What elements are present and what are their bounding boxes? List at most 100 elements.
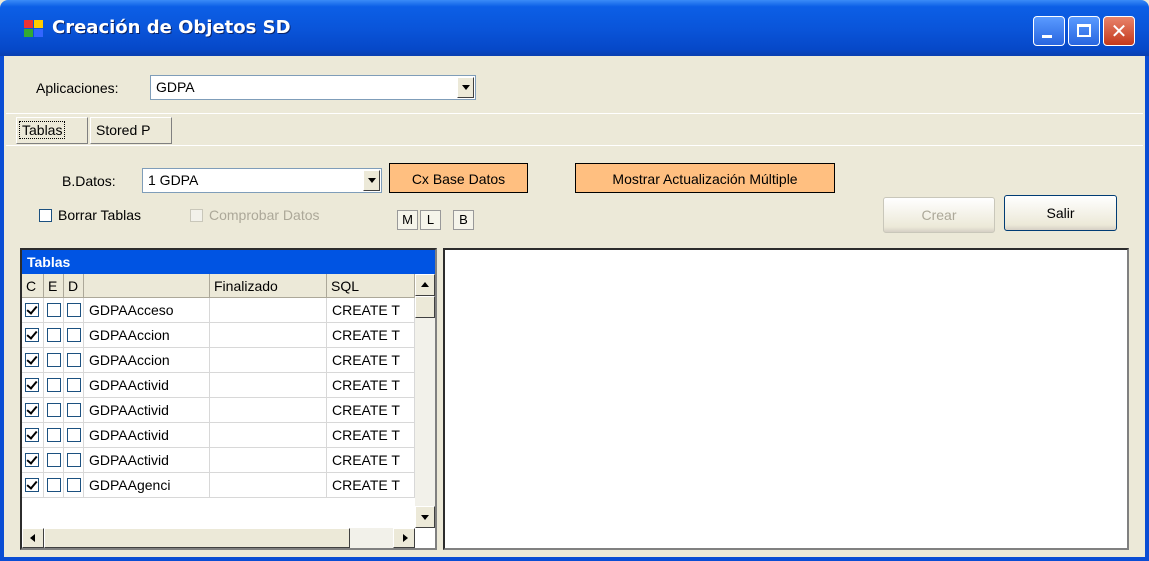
tablas-grid[interactable]: Tablas C E D Finalizado SQL GDPAAcceso CR… [20,248,437,550]
aplicaciones-combo[interactable]: GDPA [150,75,476,100]
bdatos-combo[interactable]: 1 GDPA [142,168,382,193]
checkbox-icon[interactable] [67,428,81,442]
grid-cell-name[interactable]: GDPAActivid [84,398,210,423]
checkbox-icon[interactable] [67,478,81,492]
checkbox-icon[interactable] [25,428,39,442]
horizontal-scrollbar[interactable] [22,528,415,548]
checkbox-icon[interactable] [47,328,61,342]
chevron-down-icon[interactable] [363,170,380,191]
grid-cell-sql[interactable]: CREATE T [327,298,415,323]
grid-cell-d [64,423,84,448]
checkbox-icon[interactable] [47,378,61,392]
grid-cell-finalizado[interactable] [210,373,327,398]
grid-cell-text: GDPAAcceso [89,302,174,318]
grid-cell-name[interactable]: GDPAAccion [84,348,210,373]
table-row[interactable]: GDPAAcceso CREATE T [22,298,415,323]
column-header-d[interactable]: D [64,274,84,298]
table-row[interactable]: GDPAAccion CREATE T [22,348,415,373]
table-row[interactable]: GDPAActivid CREATE T [22,373,415,398]
checkbox-icon[interactable] [47,428,61,442]
scroll-up-icon[interactable] [415,274,435,296]
bdatos-value: 1 GDPA [148,172,199,188]
grid-cell-sql[interactable]: CREATE T [327,348,415,373]
borrar-tablas-checkbox[interactable] [39,209,52,222]
grid-cell-d [64,373,84,398]
grid-cell-sql[interactable]: CREATE T [327,323,415,348]
column-header-finalizado[interactable]: Finalizado [210,274,327,298]
grid-cell-d [64,398,84,423]
crear-button[interactable]: Crear [883,197,995,233]
grid-cell-name[interactable]: GDPAAccion [84,323,210,348]
vertical-scrollbar[interactable] [415,274,435,528]
grid-cell-finalizado[interactable] [210,298,327,323]
grid-cell-sql[interactable]: CREATE T [327,448,415,473]
grid-cell-finalizado[interactable] [210,448,327,473]
comprobar-datos-checkbox[interactable] [190,209,203,222]
grid-cell-text: GDPAActivid [89,402,169,418]
checkbox-icon[interactable] [25,378,39,392]
grid-cell-text: CREATE T [332,427,400,443]
vertical-scroll-thumb[interactable] [415,296,435,318]
scroll-down-icon[interactable] [415,506,435,528]
tab-tablas[interactable]: Tablas [16,117,88,144]
horizontal-scroll-thumb[interactable] [44,528,350,548]
checkbox-icon[interactable] [67,378,81,392]
checkbox-icon[interactable] [25,403,39,417]
checkbox-icon[interactable] [67,328,81,342]
column-header-c[interactable]: C [22,274,44,298]
grid-cell-sql[interactable]: CREATE T [327,423,415,448]
maximize-button[interactable] [1068,16,1100,46]
salir-button[interactable]: Salir [1004,195,1117,231]
chevron-down-icon[interactable] [457,77,474,98]
l-button[interactable]: L [420,210,441,230]
grid-cell-finalizado[interactable] [210,473,327,498]
checkbox-icon[interactable] [67,453,81,467]
checkbox-icon[interactable] [25,328,39,342]
column-header-name[interactable] [84,274,210,298]
window-title: Creación de Objetos SD [52,17,291,38]
grid-cell-name[interactable]: GDPAActivid [84,373,210,398]
column-header-e[interactable]: E [44,274,64,298]
b-button[interactable]: B [453,210,474,230]
grid-cell-name[interactable]: GDPAActivid [84,448,210,473]
grid-cell-sql[interactable]: CREATE T [327,373,415,398]
checkbox-icon[interactable] [47,478,61,492]
table-row[interactable]: GDPAAgenci CREATE T [22,473,415,498]
checkbox-icon[interactable] [25,303,39,317]
grid-cell-finalizado[interactable] [210,323,327,348]
grid-cell-finalizado[interactable] [210,423,327,448]
checkbox-icon[interactable] [47,403,61,417]
scroll-left-icon[interactable] [22,528,44,548]
table-row[interactable]: GDPAActivid CREATE T [22,398,415,423]
scroll-right-icon[interactable] [393,528,415,548]
grid-cell-sql[interactable]: CREATE T [327,473,415,498]
checkbox-icon[interactable] [47,353,61,367]
close-button[interactable]: ✕ [1103,16,1135,46]
m-button[interactable]: M [397,210,418,230]
grid-cell-name[interactable]: GDPAAgenci [84,473,210,498]
checkbox-icon[interactable] [25,353,39,367]
table-row[interactable]: GDPAActivid CREATE T [22,448,415,473]
checkbox-icon[interactable] [25,478,39,492]
table-row[interactable]: GDPAActivid CREATE T [22,423,415,448]
checkbox-icon[interactable] [47,303,61,317]
grid-cell-name[interactable]: GDPAActivid [84,423,210,448]
grid-cell-finalizado[interactable] [210,398,327,423]
checkbox-icon[interactable] [67,353,81,367]
grid-cell-text: GDPAAccion [89,352,170,368]
output-textbox[interactable] [443,248,1129,550]
checkbox-icon[interactable] [47,453,61,467]
column-header-sql[interactable]: SQL [327,274,415,298]
grid-cell-finalizado[interactable] [210,348,327,373]
grid-cell-name[interactable]: GDPAAcceso [84,298,210,323]
grid-cell-sql[interactable]: CREATE T [327,398,415,423]
checkbox-icon[interactable] [25,453,39,467]
tab-stored-p[interactable]: Stored P [90,117,172,144]
checkbox-icon[interactable] [67,303,81,317]
checkbox-icon[interactable] [67,403,81,417]
table-row[interactable]: GDPAAccion CREATE T [22,323,415,348]
mostrar-actualizacion-button[interactable]: Mostrar Actualización Múltiple [575,163,835,193]
title-bar[interactable]: Creación de Objetos SD ✕ [0,0,1149,56]
cx-base-datos-button[interactable]: Cx Base Datos [389,163,528,193]
minimize-button[interactable] [1033,16,1065,46]
